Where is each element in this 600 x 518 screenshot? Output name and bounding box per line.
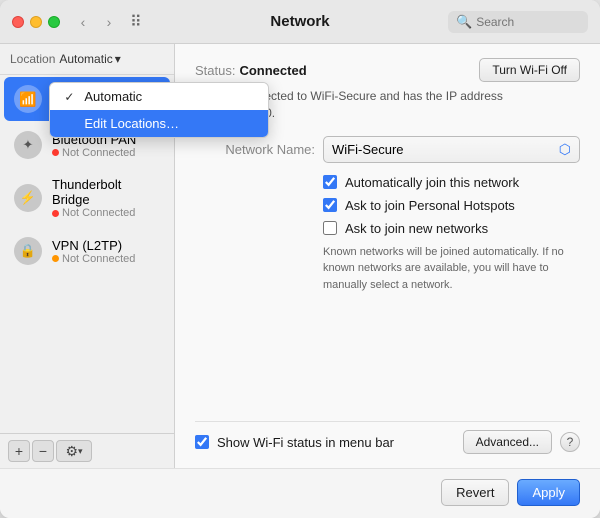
hint-text: Known networks will be joined automatica… bbox=[323, 244, 580, 294]
chevron-down-icon: ▾ bbox=[115, 52, 121, 66]
wifi-icon-circle: 📶 bbox=[14, 85, 42, 113]
network-status-bluetooth: Not Connected bbox=[52, 147, 136, 159]
search-icon: 🔍 bbox=[456, 14, 472, 30]
show-wifi-status-label: Show Wi-Fi status in menu bar bbox=[217, 435, 394, 450]
network-item-thunderbolt[interactable]: ⚡ Thunderbolt Bridge Not Connected bbox=[4, 169, 170, 227]
network-name-dropdown[interactable]: WiFi-Secure ⬡ bbox=[323, 136, 580, 163]
nav-buttons: ‹ › bbox=[72, 11, 120, 33]
dropdown-item-label: Edit Locations… bbox=[84, 116, 179, 131]
action-buttons: Revert Apply bbox=[0, 468, 600, 518]
minimize-button[interactable] bbox=[30, 16, 42, 28]
sidebar-toolbar: + − ⚙ ▾ bbox=[0, 433, 174, 468]
personal-hotspot-row: Ask to join Personal Hotspots bbox=[323, 198, 580, 213]
auto-join-label: Automatically join this network bbox=[345, 175, 519, 190]
settings-button[interactable]: ⚙ ▾ bbox=[56, 440, 92, 462]
bluetooth-icon-circle: ✦ bbox=[14, 131, 42, 159]
zoom-button[interactable] bbox=[48, 16, 60, 28]
auto-join-row: Automatically join this network bbox=[323, 175, 580, 190]
search-input[interactable] bbox=[476, 15, 580, 29]
bottom-buttons: Advanced... ? bbox=[463, 430, 580, 454]
status-dot-red-2 bbox=[52, 210, 59, 217]
show-status-row: Show Wi-Fi status in menu bar bbox=[195, 435, 394, 450]
help-button[interactable]: ? bbox=[560, 432, 580, 452]
status-dot-red bbox=[52, 149, 59, 156]
window-title: Network bbox=[270, 13, 329, 30]
thunderbolt-icon-circle: ⚡ bbox=[14, 184, 42, 212]
new-networks-label: Ask to join new networks bbox=[345, 221, 488, 236]
show-wifi-status-checkbox[interactable] bbox=[195, 435, 209, 449]
add-network-button[interactable]: + bbox=[8, 440, 30, 462]
network-name-vpn: VPN (L2TP) bbox=[52, 238, 135, 253]
traffic-lights bbox=[12, 16, 60, 28]
location-dropdown-trigger[interactable]: Automatic ▾ bbox=[59, 52, 120, 66]
new-networks-checkbox[interactable] bbox=[323, 221, 337, 235]
location-current-value: Automatic bbox=[59, 52, 112, 66]
checkmark-icon: ✓ bbox=[64, 90, 78, 104]
network-status-thunderbolt: Not Connected bbox=[52, 207, 160, 219]
remove-network-button[interactable]: − bbox=[32, 440, 54, 462]
gear-icon: ⚙ bbox=[65, 443, 78, 460]
checkmark-placeholder bbox=[64, 117, 78, 131]
location-dropdown-container: Automatic ▾ ✓ Automatic Edit Locations… bbox=[59, 52, 120, 66]
dropdown-chevron-icon: ⬡ bbox=[559, 141, 571, 158]
wifi-icon: 📶 bbox=[19, 91, 36, 108]
new-networks-row: Ask to join new networks bbox=[323, 221, 580, 236]
turn-off-wifi-button[interactable]: Turn Wi-Fi Off bbox=[479, 58, 580, 82]
bluetooth-icon: ✦ bbox=[23, 137, 34, 153]
titlebar: ‹ › ⠿ Network 🔍 bbox=[0, 0, 600, 44]
close-button[interactable] bbox=[12, 16, 24, 28]
dropdown-item-automatic[interactable]: ✓ Automatic bbox=[50, 83, 268, 110]
chevron-icon-small: ▾ bbox=[78, 446, 83, 457]
network-item-info-vpn: VPN (L2TP) Not Connected bbox=[52, 238, 135, 265]
personal-hotspot-checkbox[interactable] bbox=[323, 198, 337, 212]
search-bar[interactable]: 🔍 bbox=[448, 11, 588, 33]
location-bar: Location Automatic ▾ ✓ Automatic bbox=[0, 44, 174, 75]
dropdown-item-label: Automatic bbox=[84, 89, 142, 104]
location-label: Location bbox=[10, 52, 55, 66]
grid-icon[interactable]: ⠿ bbox=[130, 12, 142, 32]
advanced-button[interactable]: Advanced... bbox=[463, 430, 552, 454]
dropdown-item-edit-locations[interactable]: Edit Locations… bbox=[50, 110, 268, 137]
bottom-row: Show Wi-Fi status in menu bar Advanced..… bbox=[195, 421, 580, 454]
personal-hotspot-label: Ask to join Personal Hotspots bbox=[345, 198, 515, 213]
auto-join-checkbox[interactable] bbox=[323, 175, 337, 189]
status-row: Status: Connected Turn Wi-Fi Off bbox=[195, 58, 580, 82]
status-label: Status: bbox=[195, 63, 235, 78]
network-status-vpn: Not Connected bbox=[52, 253, 135, 265]
status-dot-yellow bbox=[52, 255, 59, 262]
network-name-thunderbolt: Thunderbolt Bridge bbox=[52, 177, 160, 207]
network-item-vpn[interactable]: 🔒 VPN (L2TP) Not Connected bbox=[4, 229, 170, 273]
network-item-info-thunderbolt: Thunderbolt Bridge Not Connected bbox=[52, 177, 160, 219]
lock-icon: 🔒 bbox=[20, 243, 36, 259]
back-button[interactable]: ‹ bbox=[72, 11, 94, 33]
vpn-icon-circle: 🔒 bbox=[14, 237, 42, 265]
revert-button[interactable]: Revert bbox=[441, 479, 509, 506]
sidebar: Location Automatic ▾ ✓ Automatic bbox=[0, 44, 175, 468]
network-name-row: Network Name: WiFi-Secure ⬡ bbox=[195, 136, 580, 163]
apply-button[interactable]: Apply bbox=[517, 479, 580, 506]
network-name-value: WiFi-Secure bbox=[332, 142, 404, 157]
content-area: Location Automatic ▾ ✓ Automatic bbox=[0, 44, 600, 468]
forward-button[interactable]: › bbox=[98, 11, 120, 33]
status-value: Connected bbox=[239, 63, 479, 78]
network-name-label: Network Name: bbox=[195, 142, 315, 157]
location-dropdown-menu: ✓ Automatic Edit Locations… bbox=[49, 82, 269, 138]
thunderbolt-icon: ⚡ bbox=[20, 190, 36, 206]
